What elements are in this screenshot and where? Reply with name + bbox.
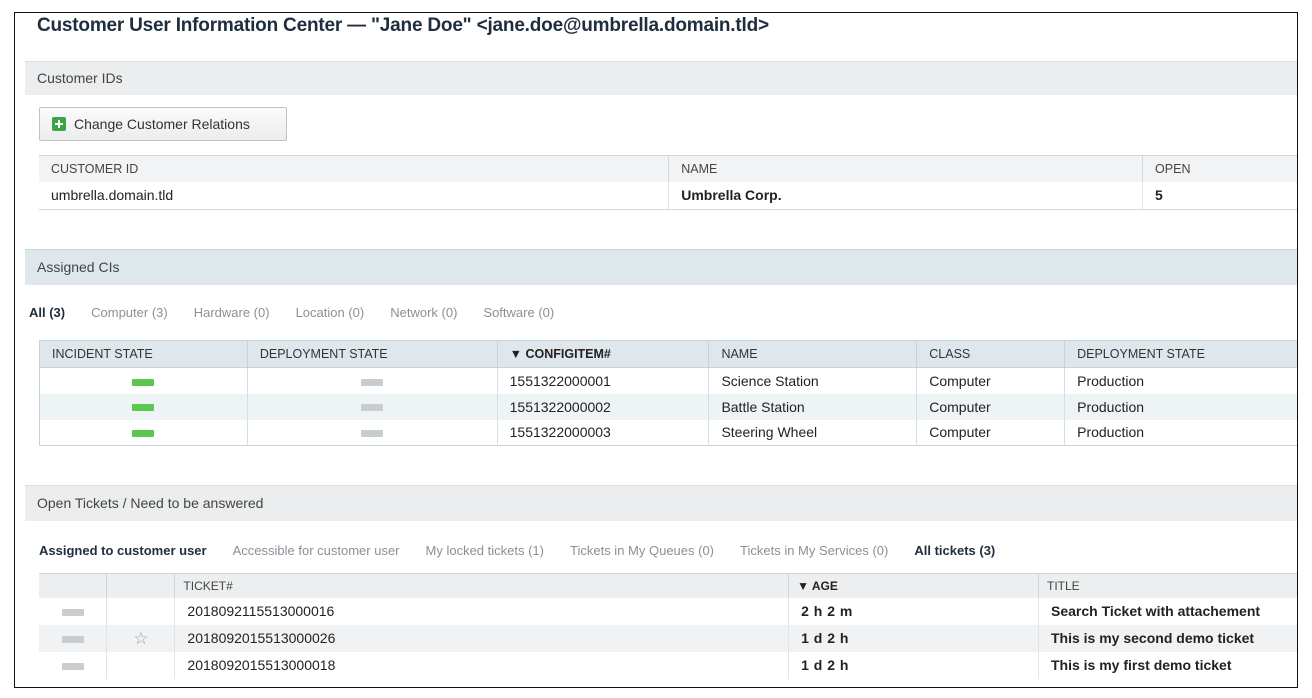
priority-indicator <box>61 662 84 670</box>
ci-class-cell: Computer <box>916 419 1066 446</box>
column-header-deployment-state-2[interactable]: DEPLOYMENT STATE <box>1064 340 1297 368</box>
customer-id-cell[interactable]: umbrella.domain.tld <box>39 181 670 210</box>
customer-ids-header[interactable]: Customer IDs <box>25 61 1297 95</box>
ci-deployment-cell: Production <box>1064 419 1297 446</box>
column-header-flag[interactable] <box>106 573 176 598</box>
column-header-incident-state[interactable]: INCIDENT STATE <box>39 340 248 368</box>
ci-name-cell: Battle Station <box>708 393 918 420</box>
column-header-ticket-number[interactable]: TICKET# <box>174 573 790 598</box>
table-row[interactable]: 2018092015513000018 1 d 2 h This is my f… <box>39 651 1297 679</box>
tab-computer[interactable]: Computer (3) <box>91 305 168 320</box>
tab-tickets-in-my-services[interactable]: Tickets in My Services (0) <box>740 543 888 558</box>
star-cell[interactable] <box>106 651 176 679</box>
change-customer-relations-button[interactable]: Change Customer Relations <box>39 107 287 141</box>
configitem-cell[interactable]: 1551322000002 <box>497 393 710 420</box>
app-frame: Customer User Information Center — "Jane… <box>14 12 1298 688</box>
ticket-filter-tabs: Assigned to customer user Accessible for… <box>39 543 1021 558</box>
column-header-age[interactable]: ▼ AGE <box>788 573 1039 598</box>
ticket-age-cell: 1 d 2 h <box>788 624 1039 652</box>
tab-hardware[interactable]: Hardware (0) <box>194 305 270 320</box>
tab-accessible-for-customer-user[interactable]: Accessible for customer user <box>233 543 400 558</box>
incident-state-indicator <box>132 378 155 386</box>
priority-indicator <box>61 608 84 616</box>
column-header-priority[interactable] <box>39 573 108 598</box>
ci-class-cell: Computer <box>916 393 1066 420</box>
table-row[interactable]: ☆ 2018092015513000026 1 d 2 h This is my… <box>39 624 1297 652</box>
open-count-cell[interactable]: 5 <box>1142 181 1297 210</box>
ticket-number-cell[interactable]: 2018092015513000018 <box>174 651 790 679</box>
ticket-number-cell[interactable]: 2018092115513000016 <box>174 597 790 625</box>
ticket-age-cell: 1 d 2 h <box>788 651 1039 679</box>
table-row[interactable]: 2018092115513000016 2 h 2 m Search Ticke… <box>39 597 1297 625</box>
customer-ids-table: CUSTOMER ID NAME OPEN umbrella.domain.tl… <box>39 155 1297 210</box>
tab-network[interactable]: Network (0) <box>390 305 457 320</box>
plus-icon <box>52 117 66 131</box>
tab-my-locked-tickets[interactable]: My locked tickets (1) <box>426 543 544 558</box>
incident-state-indicator <box>132 404 155 412</box>
configitem-cell[interactable]: 1551322000001 <box>497 367 710 394</box>
column-header-customer-id[interactable]: CUSTOMER ID <box>39 155 670 182</box>
column-header-deployment-state[interactable]: DEPLOYMENT STATE <box>247 340 498 368</box>
column-header-name[interactable]: NAME <box>708 340 918 368</box>
tab-software[interactable]: Software (0) <box>483 305 554 320</box>
column-header-class[interactable]: CLASS <box>916 340 1066 368</box>
page-title: Customer User Information Center — "Jane… <box>37 15 769 36</box>
open-tickets-header[interactable]: Open Tickets / Need to be answered <box>25 485 1297 521</box>
table-row[interactable]: 1551322000002 Battle Station Computer Pr… <box>39 393 1297 420</box>
ci-deployment-cell: Production <box>1064 367 1297 394</box>
ci-name-cell: Science Station <box>708 367 918 394</box>
ci-deployment-cell: Production <box>1064 393 1297 420</box>
column-header-title[interactable]: TITLE <box>1038 573 1297 598</box>
ci-class-cell: Computer <box>916 367 1066 394</box>
priority-indicator <box>61 635 84 643</box>
assigned-cis-header[interactable]: Assigned CIs <box>25 249 1297 285</box>
star-cell[interactable] <box>106 597 176 625</box>
ci-class-tabs: All (3) Computer (3) Hardware (0) Locati… <box>29 305 580 320</box>
column-header-name[interactable]: NAME <box>668 155 1144 182</box>
column-header-open[interactable]: OPEN <box>1142 155 1297 182</box>
table-row[interactable]: 1551322000003 Steering Wheel Computer Pr… <box>39 419 1297 446</box>
open-tickets-table: TICKET# ▼ AGE TITLE 2018092115513000016 … <box>39 573 1297 679</box>
star-icon[interactable]: ☆ <box>133 629 148 648</box>
tab-all[interactable]: All (3) <box>29 305 65 320</box>
tab-tickets-in-my-queues[interactable]: Tickets in My Queues (0) <box>570 543 714 558</box>
deployment-state-indicator <box>361 378 384 386</box>
ci-name-cell: Steering Wheel <box>708 419 918 446</box>
ticket-title-cell[interactable]: This is my first demo ticket <box>1038 651 1297 679</box>
table-row[interactable]: 1551322000001 Science Station Computer P… <box>39 367 1297 394</box>
column-header-configitem[interactable]: ▼ CONFIGITEM# <box>497 340 710 368</box>
ticket-title-cell[interactable]: This is my second demo ticket <box>1038 624 1297 652</box>
customer-name-cell: Umbrella Corp. <box>668 181 1144 210</box>
deployment-state-indicator <box>361 430 384 438</box>
tab-all-tickets[interactable]: All tickets (3) <box>914 543 995 558</box>
tab-assigned-to-customer-user[interactable]: Assigned to customer user <box>39 543 207 558</box>
deployment-state-indicator <box>361 404 384 412</box>
configitem-cell[interactable]: 1551322000003 <box>497 419 710 446</box>
ticket-age-cell: 2 h 2 m <box>788 597 1039 625</box>
assigned-cis-table: INCIDENT STATE DEPLOYMENT STATE ▼ CONFIG… <box>39 340 1297 446</box>
table-row[interactable]: umbrella.domain.tld Umbrella Corp. 5 <box>39 181 1297 210</box>
ticket-title-cell[interactable]: Search Ticket with attachement <box>1038 597 1297 625</box>
change-customer-relations-label: Change Customer Relations <box>74 116 250 132</box>
ticket-number-cell[interactable]: 2018092015513000026 <box>174 624 790 652</box>
tab-location[interactable]: Location (0) <box>296 305 365 320</box>
incident-state-indicator <box>132 430 155 438</box>
